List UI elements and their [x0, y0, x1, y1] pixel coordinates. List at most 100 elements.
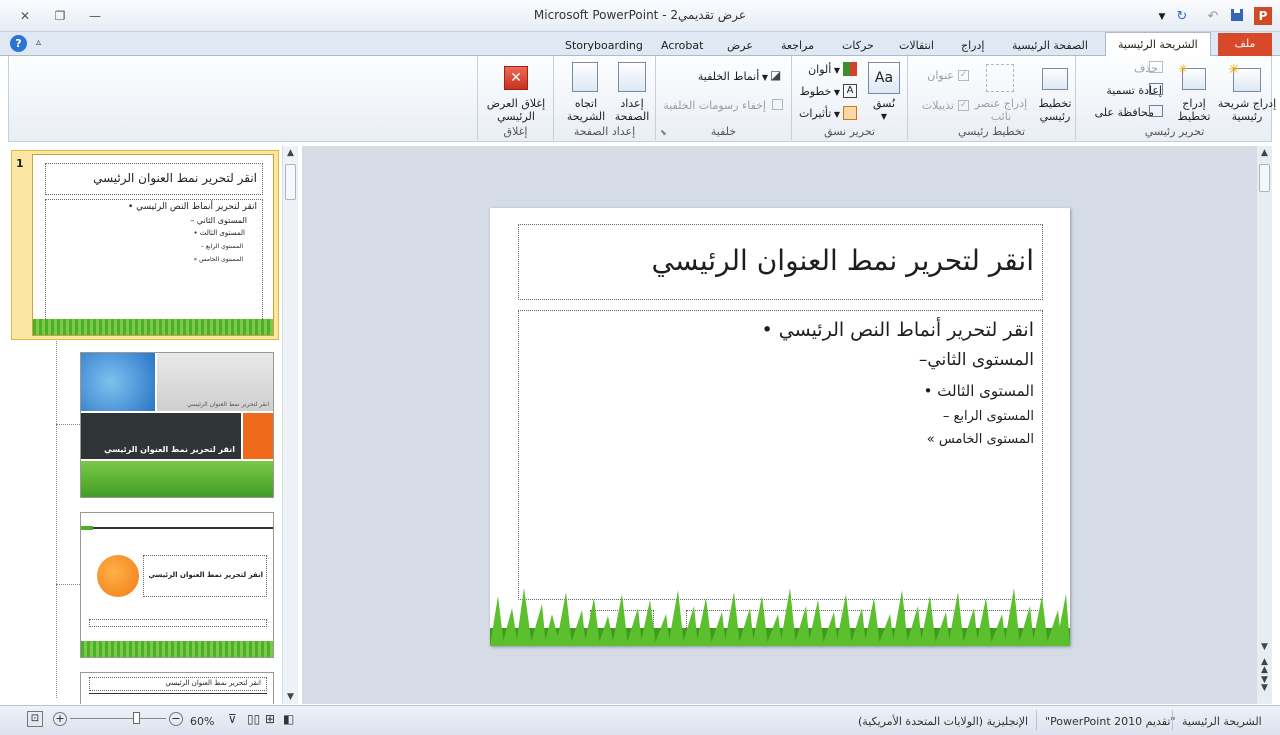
- thumb-grass: [81, 641, 273, 657]
- status-divider: [1172, 710, 1173, 730]
- thumbnail-pane[interactable]: 1 انقر لتحرير نمط العنوان الرئيسي انقر ل…: [8, 146, 298, 704]
- view-indicator: الشريحة الرئيسية: [1182, 715, 1262, 728]
- master-layout-icon: [1042, 68, 1068, 90]
- previous-slide-icon[interactable]: ▲ ▲: [1257, 658, 1272, 675]
- rename-icon: [1149, 83, 1163, 95]
- tab-slide-master[interactable]: الشريحة الرئيسية: [1105, 32, 1211, 57]
- footers-checkbox[interactable]: ✓: [958, 100, 969, 111]
- sparkle-icon: ✳: [1178, 62, 1189, 76]
- close-master-icon: ✕: [504, 66, 528, 90]
- effects-label: تأثيرات: [799, 107, 832, 120]
- scroll-up-icon[interactable]: ▲: [1257, 148, 1272, 158]
- tab-acrobat[interactable]: Acrobat: [653, 35, 711, 56]
- slide-title: انقر لتحرير نمط العنوان الرئيسي: [651, 244, 1034, 277]
- tab-home[interactable]: الصفحة الرئيسية: [1004, 35, 1096, 56]
- colors-icon: [843, 62, 857, 76]
- fit-to-window-icon[interactable]: ⊡: [27, 711, 43, 727]
- slide-sorter-view-icon[interactable]: ⊞: [265, 712, 275, 726]
- themes-icon: Aa: [868, 62, 900, 94]
- body-level4: المستوى الرابع: [953, 409, 1034, 424]
- tab-storyboarding[interactable]: Storyboarding: [557, 35, 651, 56]
- group-page-setup: إعداد الصفحة اتجاه الشريحة إعداد الصفحة: [553, 56, 655, 140]
- tab-review[interactable]: مراجعة: [773, 35, 822, 56]
- thumb-grass-panel: [81, 461, 273, 497]
- thumbnail-scrollbar[interactable]: ▲ ▼: [282, 146, 298, 704]
- group-edit-theme: Aa نُسق ▼ ▼ ألوان A ▼ خطوط ▼ تأثيرات تحر…: [791, 56, 907, 140]
- colors-button[interactable]: ▼ ألوان: [792, 63, 840, 77]
- normal-view-icon[interactable]: ◧: [283, 712, 294, 726]
- redo-icon[interactable]: ↻: [1173, 8, 1191, 26]
- thumb-body-l2: المستوى الثاني –: [190, 216, 247, 225]
- thumb-green-accent: [81, 526, 93, 530]
- thumb-body-l3: المستوى الثالث •: [193, 229, 246, 237]
- thumbnail-layout-title[interactable]: انقر لتحرير نمط العنوان الرئيسي انقر لتح…: [80, 352, 274, 498]
- scroll-up-icon[interactable]: ▲: [283, 148, 298, 158]
- language-indicator[interactable]: الإنجليزية (الولايات المتحدة الأمريكية): [858, 715, 1028, 728]
- body-level1: انقر لتحرير أنماط النص الرئيسي: [778, 319, 1034, 341]
- scroll-thumb[interactable]: [1259, 164, 1270, 192]
- delete-icon: [1149, 61, 1163, 73]
- group-label-background: خلفية: [710, 125, 737, 138]
- zoom-out-icon[interactable]: −: [169, 712, 183, 726]
- title-checkbox-label: عنوان: [927, 69, 954, 82]
- preserve-label: محافظة على: [1094, 106, 1154, 119]
- fonts-icon: A: [843, 84, 857, 98]
- thumbnail-layout-section[interactable]: انقر لتحرير نمط العنوان الرئيسي: [80, 512, 274, 658]
- scroll-down-icon[interactable]: ▼: [1257, 642, 1272, 652]
- grass-decoration: [490, 588, 1070, 646]
- preserve-button[interactable]: محافظة على: [1076, 106, 1154, 119]
- slide-canvas[interactable]: انقر لتحرير نمط العنوان الرئيسي انقر لتح…: [490, 208, 1070, 646]
- fonts-button[interactable]: ▼ خطوط: [792, 85, 840, 99]
- zoom-slider-track[interactable]: [70, 718, 166, 719]
- zoom-slider-thumb[interactable]: [133, 712, 140, 724]
- body-level2: المستوى الثاني: [927, 350, 1034, 370]
- undo-icon[interactable]: ↶: [1204, 8, 1222, 26]
- scroll-thumb[interactable]: [285, 164, 296, 200]
- body-level5: المستوى الخامس: [938, 432, 1034, 447]
- thumb-title: انقر لتحرير نمط العنوان الرئيسي: [165, 679, 261, 687]
- page-setup-icon: [618, 62, 646, 92]
- theme-indicator: "تقديم PowerPoint 2010": [1045, 715, 1176, 728]
- thumb-body-l1: انقر لتحرير أنماط النص الرئيسي •: [127, 202, 257, 212]
- zoom-level[interactable]: 60%: [190, 715, 214, 728]
- group-label-edit-theme: تحرير نسق: [824, 125, 875, 138]
- tab-insert[interactable]: إدراج: [953, 35, 992, 56]
- tab-transitions[interactable]: انتقالات: [891, 35, 942, 56]
- collapse-ribbon-icon[interactable]: ▵: [36, 37, 41, 48]
- dialog-launcher-icon[interactable]: ⬊: [660, 128, 667, 137]
- slide-scrollbar[interactable]: ▲ ▼ ▲ ▲ ▼ ▼: [1256, 146, 1272, 704]
- thumb-body-l5: المستوى الخامس »: [193, 256, 243, 263]
- customize-qat-icon[interactable]: ▼: [1153, 8, 1171, 26]
- help-icon[interactable]: ?: [10, 35, 27, 52]
- thumbnail-master[interactable]: انقر لتحرير نمط العنوان الرئيسي انقر لتح…: [32, 154, 274, 336]
- group-label-page-setup: إعداد الصفحة: [573, 125, 636, 138]
- group-label-master-layout: تخطيط رئيسي: [957, 125, 1026, 138]
- ribbon-tabs: ? ▵ ملف الشريحة الرئيسية الصفحة الرئيسية…: [0, 32, 1280, 57]
- background-styles-button[interactable]: ▼ أنماط الخلفية: [656, 70, 768, 84]
- title-checkbox[interactable]: ✓: [958, 70, 969, 81]
- tab-file[interactable]: ملف: [1218, 33, 1272, 56]
- group-label-close: إغلاق: [503, 125, 528, 138]
- zoom-in-icon[interactable]: +: [53, 712, 67, 726]
- tab-view[interactable]: عرض: [719, 35, 761, 56]
- scroll-down-icon[interactable]: ▼: [283, 692, 298, 702]
- thumb-subtitle: انقر لتحرير نمط العنوان الرئيسي: [187, 401, 269, 408]
- insert-placeholder-label: إدراج عنصر نائب: [974, 97, 1028, 123]
- themes-dropdown-icon: ▼: [880, 112, 888, 121]
- thumbnail-layout-content[interactable]: انقر لتحرير نمط العنوان الرئيسي: [80, 672, 274, 704]
- reading-view-icon[interactable]: ▯▯: [247, 712, 260, 726]
- effects-button[interactable]: ▼ تأثيرات: [792, 107, 840, 121]
- save-icon[interactable]: [1228, 8, 1246, 26]
- status-bar: ⊡ + − 60% ⊽ ▯▯ ⊞ ◧ الإنجليزية (الولايات …: [0, 705, 1280, 735]
- slide-show-view-icon[interactable]: ⊽: [228, 712, 237, 726]
- layout-connector: [56, 584, 80, 585]
- hide-graphics-checkbox[interactable]: [772, 99, 783, 110]
- group-label-edit-master: تحرير رئيسي: [1144, 125, 1205, 138]
- background-styles-icon: ◪: [770, 68, 782, 82]
- fonts-label: خطوط: [799, 85, 832, 98]
- group-edit-master: ✳ إدراج شريحة رئيسية ✳ إدراج تخطيط حذف إ…: [1075, 56, 1276, 140]
- next-slide-icon[interactable]: ▼ ▼: [1257, 676, 1272, 693]
- thumb-body-l4: المستوى الرابع –: [200, 243, 243, 250]
- body-text: انقر لتحرير أنماط النص الرئيسي • المستوى…: [761, 319, 1034, 447]
- tab-animations[interactable]: حركات: [834, 35, 882, 56]
